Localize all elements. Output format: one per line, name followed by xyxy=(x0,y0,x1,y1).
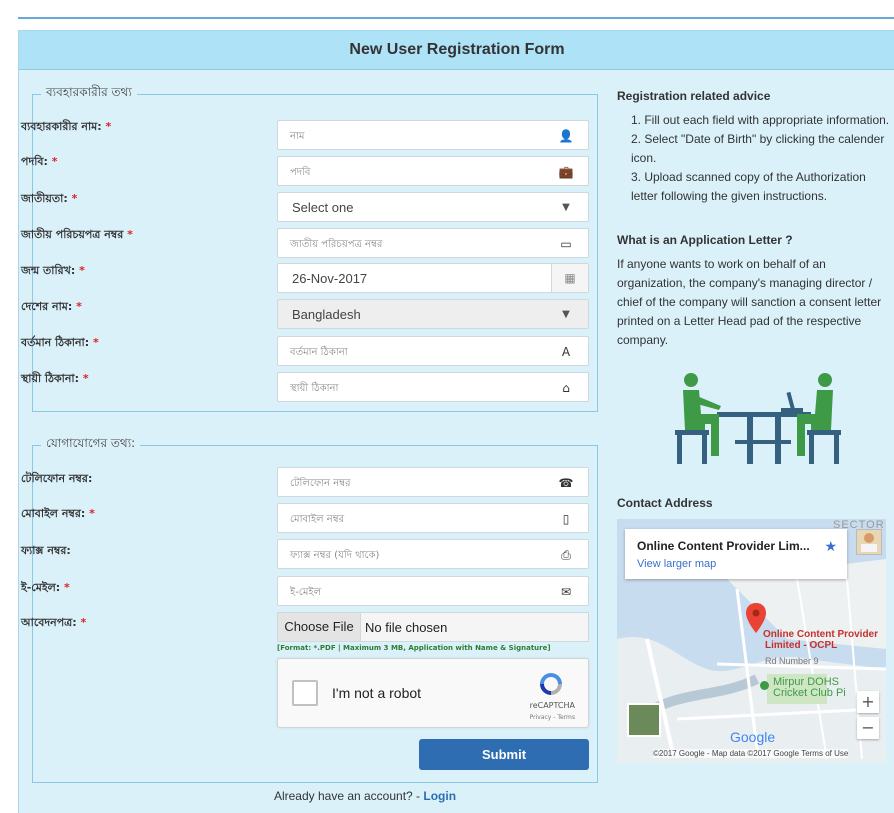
date-field[interactable]: 26-Nov-2017 ▦ xyxy=(277,263,589,293)
caret-down-icon: ▼ xyxy=(562,309,570,320)
contact-address-title: Contact Address xyxy=(617,496,713,510)
recaptcha-widget: I'm not a robot reCAPTCHA Privacy - Term… xyxy=(277,658,589,728)
field-placeholder: টেলিফোন নম্বর xyxy=(290,478,351,489)
street-view-pegman-icon[interactable] xyxy=(856,529,882,555)
contact-field-label: ফ্যাক্স নম্বর: xyxy=(21,544,71,557)
mobile-icon: ▯ xyxy=(562,512,570,526)
field-placeholder: পদবি xyxy=(290,167,311,178)
user-field-label: জন্ম তারিখ: * xyxy=(21,264,85,277)
zoom-out-button[interactable]: − xyxy=(857,717,879,739)
select-field[interactable]: Bangladesh ▼ xyxy=(277,299,589,329)
field-value: Select one xyxy=(292,200,354,215)
recaptcha-checkbox[interactable] xyxy=(292,680,318,706)
meeting-illustration-icon xyxy=(675,373,841,464)
road-label: Rd Number 9 xyxy=(765,656,819,666)
choose-file-button[interactable]: Choose File xyxy=(278,613,361,641)
file-format-note: [Format: *.PDF | Maximum 3 MB, Applicati… xyxy=(277,644,551,652)
recaptcha-terms-link[interactable]: Privacy - Terms xyxy=(530,714,575,721)
text-field[interactable]: ফ্যাক্স নম্বর (যদি থাকে) ⎙ xyxy=(277,539,589,569)
user-field-label: ব্যবহারকারীর নাম: * xyxy=(21,120,112,133)
contact-field-label: মোবাইল নম্বর: * xyxy=(21,507,95,520)
form-title: New User Registration Form xyxy=(19,31,894,70)
contact-field-label: টেলিফোন নম্বর: xyxy=(21,472,93,485)
field-placeholder: ফ্যাক্স নম্বর (যদি থাকে) xyxy=(290,550,380,561)
advice-item: 3. Upload scanned copy of the Authorizat… xyxy=(631,170,866,203)
user-icon: 👤 xyxy=(558,129,574,143)
recaptcha-brand: reCAPTCHA xyxy=(529,701,575,710)
text-field[interactable]: ই-মেইল ✉ xyxy=(277,576,589,606)
recaptcha-label: I'm not a robot xyxy=(332,685,422,701)
application-letter-text: If anyone wants to work on behalf of an … xyxy=(617,257,882,347)
id-card-icon: ▭ xyxy=(560,237,572,251)
zoom-in-button[interactable]: + xyxy=(857,691,879,713)
submit-button[interactable]: Submit xyxy=(419,739,589,770)
text-field[interactable]: পদবি 💼 xyxy=(277,156,589,186)
park-label: Mirpur DOHS Cricket Club Pi xyxy=(773,676,846,699)
select-field[interactable]: Select one ▼ xyxy=(277,192,589,222)
text-field[interactable]: নাম 👤 xyxy=(277,120,589,150)
field-placeholder: নাম xyxy=(290,131,305,142)
map-pin-label: Online Content Provider Limited - OCPL xyxy=(763,629,879,651)
user-field-label: জাতীয় পরিচয়পত্র নম্বর * xyxy=(21,228,133,241)
login-prompt-text: Already have an account? - xyxy=(273,789,424,803)
home-icon: ⌂ xyxy=(562,381,570,395)
user-field-label: পদবি: * xyxy=(21,155,58,168)
google-map[interactable]: Online Content Provider Lim... View larg… xyxy=(617,519,886,763)
caret-down-icon: ▼ xyxy=(562,202,570,213)
application-letter-title: What is an Application Letter ? xyxy=(617,233,793,247)
field-placeholder: মোবাইল নম্বর xyxy=(290,514,345,525)
sector-label: SECTOR xyxy=(833,519,885,531)
text-field[interactable]: টেলিফোন নম্বর ☎ xyxy=(277,467,589,497)
envelope-icon: ✉ xyxy=(560,585,572,599)
satellite-toggle-button[interactable] xyxy=(627,703,661,737)
advice-item: 2. Select "Date of Birth" by clicking th… xyxy=(631,132,885,165)
recaptcha-logo-icon xyxy=(540,673,562,695)
user-field-label: বর্তমান ঠিকানা: * xyxy=(21,336,99,349)
map-place-card: Online Content Provider Lim... View larg… xyxy=(625,529,847,579)
text-field[interactable]: বর্তমান ঠিকানা A xyxy=(277,336,589,366)
field-value: Bangladesh xyxy=(292,307,361,322)
field-placeholder: ই-মেইল xyxy=(290,587,322,598)
user-field-label: জাতীয়তা: * xyxy=(21,192,78,205)
view-larger-map-link[interactable]: View larger map xyxy=(637,558,716,570)
fax-icon: ⎙ xyxy=(561,548,571,562)
text-field[interactable]: জাতীয় পরিচয়পত্র নম্বর ▭ xyxy=(277,228,589,258)
calendar-icon[interactable]: ▦ xyxy=(551,264,588,292)
advice-title: Registration related advice xyxy=(617,89,771,103)
briefcase-icon: 💼 xyxy=(558,165,574,179)
application-label: আবেদনপত্র: * xyxy=(21,616,87,629)
user-field-label: স্থায়ী ঠিকানা: * xyxy=(21,372,89,385)
contact-info-legend: যোগাযোগের তথ্য: xyxy=(46,436,136,450)
user-info-legend: ব্যবহারকারীর তথ্য xyxy=(46,85,132,99)
field-placeholder: জাতীয় পরিচয়পত্র নম্বর xyxy=(290,239,383,250)
field-value: 26-Nov-2017 xyxy=(292,271,368,286)
map-footer: ©2017 Google - Map data ©2017 Google Ter… xyxy=(653,749,849,758)
login-link[interactable]: Login xyxy=(423,789,456,803)
road-icon: A xyxy=(561,345,571,359)
application-file-input[interactable]: Choose File No file chosen xyxy=(277,612,589,642)
login-prompt: Already have an account? - Login xyxy=(15,789,715,803)
field-placeholder: বর্তমান ঠিকানা xyxy=(290,347,348,358)
text-field[interactable]: স্থায়ী ঠিকানা ⌂ xyxy=(277,372,589,402)
save-star-icon[interactable]: ★ xyxy=(824,538,837,555)
park-marker-icon xyxy=(760,681,769,690)
advice-item: 1. Fill out each field with appropriate … xyxy=(631,113,890,127)
advice-list: 1. Fill out each field with appropriate … xyxy=(631,111,891,206)
file-status: No file chosen xyxy=(365,620,448,635)
phone-icon: ☎ xyxy=(558,476,574,490)
contact-field-label: ই-মেইল: * xyxy=(21,581,70,594)
top-divider xyxy=(18,17,894,19)
google-logo: Google xyxy=(730,729,776,745)
field-placeholder: স্থায়ী ঠিকানা xyxy=(290,383,339,394)
map-place-name: Online Content Provider Lim... xyxy=(637,539,810,553)
text-field[interactable]: মোবাইল নম্বর ▯ xyxy=(277,503,589,533)
user-field-label: দেশের নাম: * xyxy=(21,300,82,313)
